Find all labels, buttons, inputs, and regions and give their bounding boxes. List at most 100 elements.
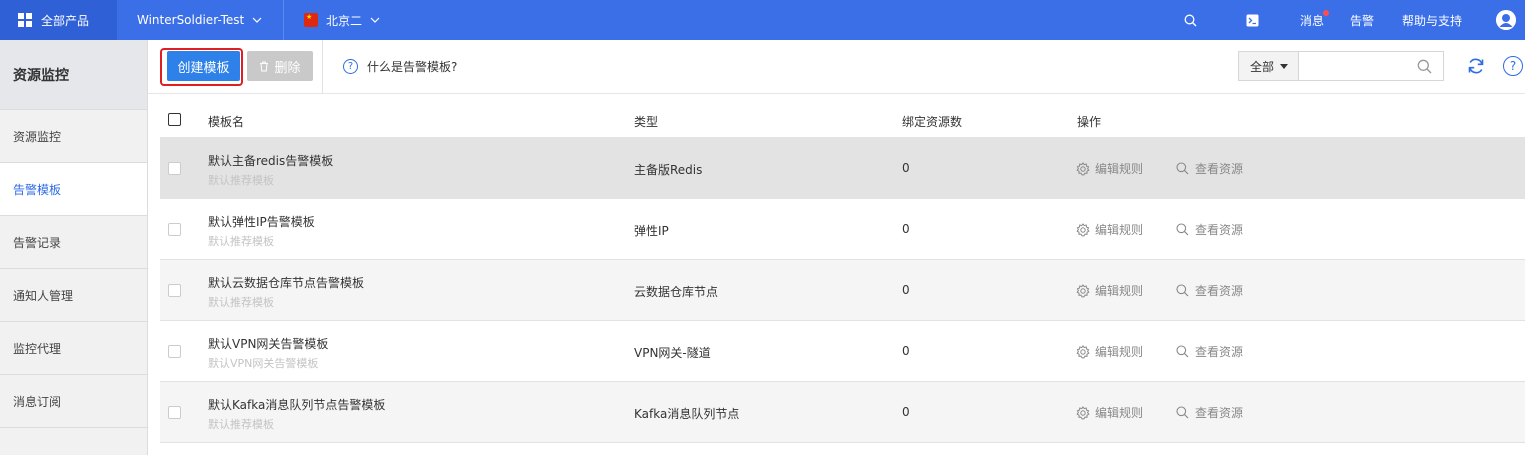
- bound-count: 0: [902, 344, 910, 358]
- template-subtitle: 默认推荐模板: [208, 296, 274, 309]
- bound-count: 0: [902, 222, 910, 236]
- table-header: 模板名 类型 绑定资源数 操作: [160, 102, 1525, 138]
- sidebar-item-alarm-templates[interactable]: 告警模板: [0, 163, 147, 216]
- trash-icon: [260, 61, 269, 71]
- help-icon[interactable]: ?: [1503, 56, 1523, 76]
- divider: [322, 40, 323, 94]
- sidebar-item-contacts[interactable]: 通知人管理: [0, 269, 147, 322]
- china-flag-icon: [304, 13, 318, 27]
- gear-icon: [1076, 161, 1090, 175]
- chevron-down-icon: [252, 17, 262, 23]
- template-name: 默认主备redis告警模板: [208, 154, 334, 168]
- template-type: 弹性IP: [634, 224, 669, 238]
- help-text: 什么是告警模板?: [367, 60, 458, 74]
- template-type: 主备版Redis: [634, 163, 703, 177]
- search-icon[interactable]: [1184, 13, 1198, 27]
- refresh-icon[interactable]: [1466, 56, 1486, 76]
- user-avatar-icon[interactable]: [1496, 10, 1516, 30]
- gear-icon: [1076, 405, 1090, 419]
- sidebar-title: 资源监控: [0, 40, 147, 110]
- filter-value: 全部: [1250, 59, 1275, 74]
- bound-count: 0: [902, 161, 910, 175]
- table-row[interactable]: 默认Kafka消息队列节点告警模板 默认推荐模板 Kafka消息队列节点 0 编…: [160, 382, 1525, 443]
- project-label: WinterSoldier-Test: [137, 13, 245, 27]
- view-resources-link[interactable]: 查看资源: [1176, 343, 1243, 360]
- toolbar: 创建模板 删除 ? 什么是告警模板? 全部 ?: [148, 40, 1525, 94]
- view-resources-label: 查看资源: [1195, 406, 1244, 420]
- search-icon: [1176, 162, 1189, 175]
- gear-icon: [1076, 344, 1090, 358]
- sidebar-item-message-subscription[interactable]: 消息订阅: [0, 375, 147, 428]
- search-input[interactable]: [1299, 53, 1417, 79]
- sidebar-item-monitor-agent[interactable]: 监控代理: [0, 322, 147, 375]
- bound-count: 0: [902, 283, 910, 297]
- table-row[interactable]: 默认VPN网关告警模板 默认VPN网关告警模板 VPN网关-隧道 0 编辑规则 …: [160, 321, 1525, 382]
- row-checkbox[interactable]: [168, 223, 181, 236]
- what-is-template-link[interactable]: ? 什么是告警模板?: [343, 58, 457, 75]
- view-resources-link[interactable]: 查看资源: [1176, 282, 1243, 299]
- col-header-count: 绑定资源数: [902, 115, 963, 129]
- region-selector[interactable]: 北京二: [284, 0, 380, 40]
- edit-rules-link[interactable]: 编辑规则: [1076, 404, 1143, 421]
- top-navbar: 全部产品 WinterSoldier-Test 北京二 消息 告警 帮助与支持: [0, 0, 1525, 40]
- messages-link[interactable]: 消息: [1299, 9, 1329, 29]
- edit-rules-label: 编辑规则: [1095, 406, 1144, 420]
- edit-rules-label: 编辑规则: [1095, 345, 1144, 359]
- edit-rules-label: 编辑规则: [1095, 223, 1144, 237]
- select-all-checkbox[interactable]: [168, 113, 181, 126]
- edit-rules-link[interactable]: 编辑规则: [1076, 282, 1143, 299]
- question-icon: ?: [343, 59, 358, 74]
- view-resources-link[interactable]: 查看资源: [1176, 404, 1243, 421]
- gear-icon: [1076, 222, 1090, 236]
- search-icon: [1176, 345, 1189, 358]
- view-resources-label: 查看资源: [1195, 223, 1244, 237]
- search-icon: [1176, 284, 1189, 297]
- help-support-link[interactable]: 帮助与支持: [1402, 12, 1462, 29]
- row-checkbox[interactable]: [168, 284, 181, 297]
- row-checkbox[interactable]: [168, 345, 181, 358]
- table-row[interactable]: 默认弹性IP告警模板 默认推荐模板 弹性IP 0 编辑规则 查看资源: [160, 199, 1525, 260]
- gear-icon: [1076, 283, 1090, 297]
- caret-down-icon: [1280, 63, 1289, 69]
- view-resources-label: 查看资源: [1195, 284, 1244, 298]
- search-icon: [1176, 406, 1189, 419]
- edit-rules-link[interactable]: 编辑规则: [1076, 343, 1143, 360]
- project-selector[interactable]: WinterSoldier-Test: [117, 0, 284, 40]
- alarm-link[interactable]: 告警: [1350, 12, 1374, 29]
- template-subtitle: 默认VPN网关告警模板: [208, 357, 319, 370]
- filter-select[interactable]: 全部: [1238, 51, 1298, 81]
- view-resources-label: 查看资源: [1195, 162, 1244, 176]
- view-resources-link[interactable]: 查看资源: [1176, 221, 1243, 238]
- all-products-menu[interactable]: 全部产品: [0, 0, 117, 40]
- col-header-ops: 操作: [1077, 115, 1102, 129]
- edit-rules-link[interactable]: 编辑规则: [1076, 160, 1143, 177]
- delete-button[interactable]: 删除: [247, 51, 313, 81]
- search-icon[interactable]: [1417, 59, 1432, 74]
- table-row[interactable]: 默认云数据仓库节点告警模板 默认推荐模板 云数据仓库节点 0 编辑规则 查看资源: [160, 260, 1525, 321]
- messages-label: 消息: [1299, 13, 1324, 28]
- chevron-down-icon: [370, 17, 380, 23]
- template-name: 默认VPN网关告警模板: [208, 337, 329, 351]
- search-icon: [1176, 223, 1189, 236]
- template-subtitle: 默认推荐模板: [208, 418, 274, 431]
- bound-count: 0: [902, 405, 910, 419]
- view-resources-label: 查看资源: [1195, 345, 1244, 359]
- row-checkbox[interactable]: [168, 406, 181, 419]
- template-type: 云数据仓库节点: [634, 285, 719, 299]
- sidebar-item-resource-monitor[interactable]: 资源监控: [0, 110, 147, 163]
- main-content: 创建模板 删除 ? 什么是告警模板? 全部 ? 模板名 类型 绑定资源数 操作 …: [148, 40, 1525, 455]
- template-subtitle: 默认推荐模板: [208, 235, 274, 248]
- unread-dot: [1322, 9, 1329, 16]
- template-name: 默认云数据仓库节点告警模板: [208, 276, 365, 290]
- view-resources-link[interactable]: 查看资源: [1176, 160, 1243, 177]
- edit-rules-link[interactable]: 编辑规则: [1076, 221, 1143, 238]
- table-row[interactable]: 默认主备redis告警模板 默认推荐模板 主备版Redis 0 编辑规则 查看资…: [160, 138, 1525, 199]
- grid-icon: [18, 13, 32, 27]
- create-template-button[interactable]: 创建模板: [167, 51, 240, 81]
- row-checkbox[interactable]: [168, 162, 181, 175]
- sidebar: 资源监控 资源监控 告警模板 告警记录 通知人管理 监控代理 消息订阅: [0, 40, 148, 455]
- sidebar-item-alarm-records[interactable]: 告警记录: [0, 216, 147, 269]
- search-box: [1298, 51, 1444, 81]
- terminal-icon[interactable]: [1246, 13, 1260, 27]
- edit-rules-label: 编辑规则: [1095, 284, 1144, 298]
